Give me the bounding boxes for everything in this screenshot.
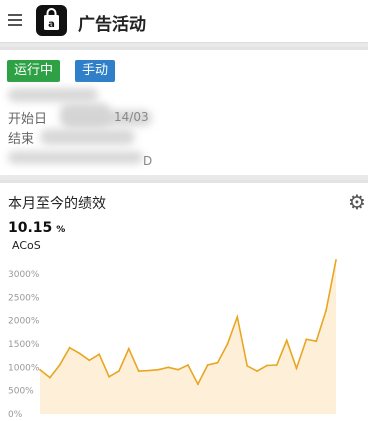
acos-data-point <box>246 365 249 367</box>
acos-data-point <box>98 353 101 356</box>
acos-data-point <box>78 352 81 355</box>
acos-data-point <box>226 343 229 345</box>
targeting-type-badge: 手动 <box>75 60 116 82</box>
acos-chart: 3000% 2500% 2000% 1500% 1000% 500% 0% <box>8 259 337 418</box>
acos-value: 10.15% <box>8 220 66 236</box>
acos-data-point <box>335 259 337 261</box>
shopping-bag-icon: a <box>36 5 67 36</box>
acos-data-point <box>315 340 318 343</box>
acos-data-point <box>127 347 130 350</box>
performance-title: 本月至今的绩效 <box>8 196 106 212</box>
acos-data-point <box>305 338 308 341</box>
campaign-info-card: 运行中 手动 开始日 14/03 结束 D <box>0 47 368 175</box>
y-tick-label: 1000% <box>8 363 40 373</box>
acos-data-point <box>39 368 41 371</box>
acos-data-point <box>108 375 110 378</box>
acos-area-fill <box>40 260 336 414</box>
acos-data-point <box>157 368 160 371</box>
svg-text:a: a <box>48 19 55 30</box>
acos-data-point <box>58 364 61 366</box>
budget-fragment: D <box>143 154 153 168</box>
acos-label: ACoS <box>12 239 41 252</box>
y-tick-label: 2500% <box>8 293 40 303</box>
y-tick-label: 500% <box>8 387 34 397</box>
status-badge: 运行中 <box>7 60 61 82</box>
page-title: 广告活动 <box>78 15 146 35</box>
acos-data-point <box>49 376 51 379</box>
acos-data-point <box>256 370 258 372</box>
acos-data-point <box>147 369 150 372</box>
acos-data-point <box>187 364 189 366</box>
acos-data-point <box>68 346 71 349</box>
acos-data-point <box>118 370 120 372</box>
acos-data-point <box>206 364 209 366</box>
acos-data-point <box>137 370 140 372</box>
acos-data-point <box>177 368 180 371</box>
acos-data-point <box>236 316 239 318</box>
redacted-text <box>8 151 143 164</box>
y-tick-label: 2000% <box>8 317 40 327</box>
acos-data-point <box>216 361 219 364</box>
acos-data-point <box>275 364 278 366</box>
acos-data-point <box>325 309 327 312</box>
acos-data-point <box>167 366 170 369</box>
acos-data-point <box>266 364 268 367</box>
start-date-label: 开始日 <box>8 112 48 127</box>
acos-data-point <box>197 383 199 385</box>
redacted-text <box>8 88 98 102</box>
start-date-fragment: 14/03 <box>114 110 149 124</box>
acos-data-point <box>285 339 288 342</box>
y-tick-label: 3000% <box>8 270 40 280</box>
hamburger-menu-icon[interactable] <box>8 14 22 26</box>
acos-data-point <box>295 367 298 370</box>
app-bar: a 广告活动 <box>0 0 368 43</box>
end-date-label: 结束 <box>8 132 35 147</box>
acos-data-point <box>88 359 91 362</box>
redacted-text <box>40 129 135 145</box>
y-tick-label: 1500% <box>8 340 40 350</box>
y-tick-label: 0% <box>8 410 23 418</box>
gear-icon[interactable]: ⚙ <box>348 190 366 214</box>
